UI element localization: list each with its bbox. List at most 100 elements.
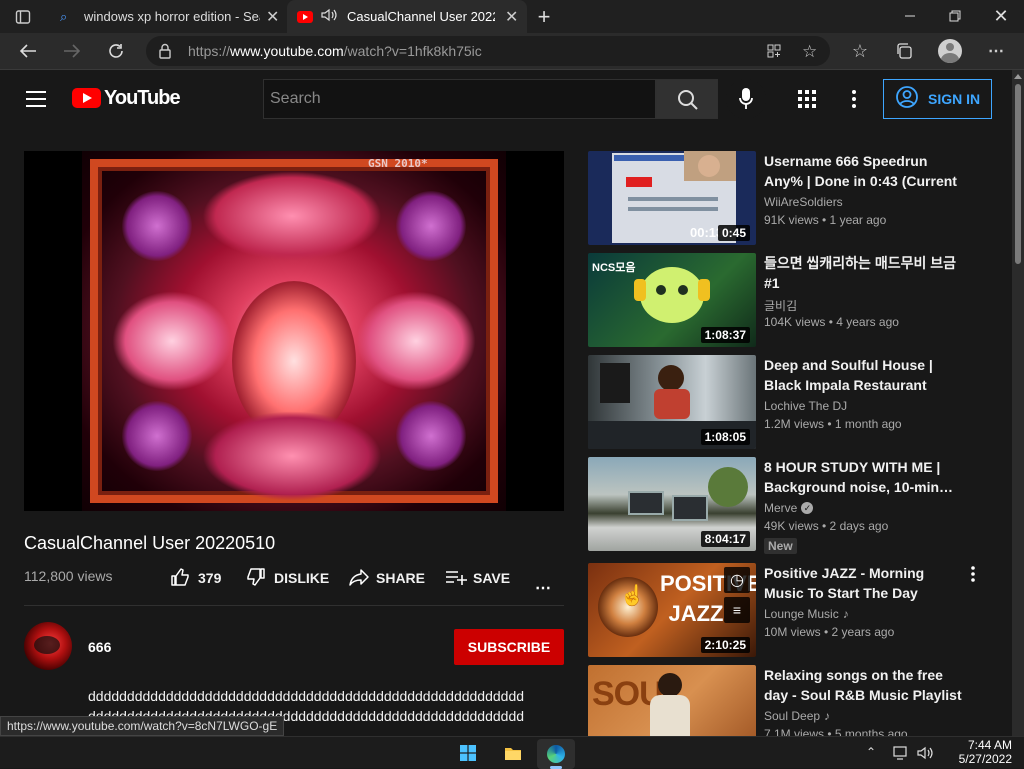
file-explorer-icon[interactable] [504,745,522,761]
forward-icon[interactable] [60,40,84,62]
search-input[interactable]: Search [263,79,656,119]
recommendation-channel[interactable]: Soul Deep ♪ [764,709,830,723]
url-field[interactable]: https://www.youtube.com/watch?v=1hfk8kh7… [146,36,830,66]
volume-icon[interactable] [917,746,935,760]
recommendation-item[interactable]: SOUL Relaxing songs on the free day - So… [588,665,1008,736]
video-duration: 1:08:05 [700,429,750,445]
verified-icon: ✓ [801,502,814,514]
video-thumbnail[interactable]: POSITIVE JAZZ ◷ ≡ ☝ 2:10:25 [588,563,756,657]
recommendation-item[interactable]: 00:13 0:45 Username 666 Speedrun Any% | … [588,151,1008,245]
share-button[interactable]: SHARE [348,568,425,588]
recommendation-channel[interactable]: Merve ✓ [764,501,814,515]
hamburger-menu-icon[interactable] [26,91,46,107]
lock-icon [158,43,172,64]
voice-search-button[interactable] [726,79,766,119]
speaker-icon[interactable] [321,8,337,25]
address-bar: https://www.youtube.com/watch?v=1hfk8kh7… [0,33,1024,70]
network-icon[interactable] [893,746,909,760]
profile-avatar[interactable] [938,39,962,63]
close-icon[interactable]: ✕ [266,7,279,27]
recommendation-title[interactable]: Relaxing songs on the free day - Soul R&… [764,665,964,705]
video-overlay-text: GSN 2010* [368,157,428,170]
close-icon[interactable]: ✕ [505,7,518,27]
playlist-add-icon [445,567,467,590]
favorites-icon[interactable]: ☆ [848,40,872,62]
subscribe-button[interactable]: SUBSCRIBE [454,629,564,665]
clock[interactable]: 7:44 AM 5/27/2022 [946,738,1012,766]
recommendation-title[interactable]: 8 HOUR STUDY WITH ME | Background noise,… [764,457,964,497]
recommendation-item[interactable]: 8:04:17 8 HOUR STUDY WITH ME | Backgroun… [588,457,1008,561]
recommendation-item[interactable]: POSITIVE JAZZ ◷ ≡ ☝ 2:10:25 Positive JAZ… [588,563,1008,657]
sign-in-button[interactable]: SIGN IN [883,79,992,119]
restore-icon[interactable] [943,6,967,26]
account-icon [896,85,918,113]
minimize-icon[interactable] [898,6,922,26]
microphone-icon [739,88,753,115]
dislike-button[interactable]: DISLIKE [246,567,329,588]
new-tab-icon[interactable]: + [532,4,556,29]
status-link-preview: https://www.youtube.com/watch?v=8cN7LWGO… [0,716,285,736]
channel-name[interactable]: 666 [88,639,111,655]
save-button[interactable]: SAVE [445,568,510,588]
recommendation-title[interactable]: Username 666 Speedrun Any% | Done in 0:4… [764,151,964,191]
add-to-queue-icon[interactable]: ≡ [724,597,750,623]
video-thumbnail[interactable]: NCS모음 1:08:37 [588,253,756,347]
view-count: 112,800 views [24,568,113,584]
video-thumbnail[interactable]: 1:08:05 [588,355,756,449]
scrollbar[interactable] [1012,70,1024,736]
close-window-icon[interactable]: ✕ [989,6,1013,26]
recommendation-channel[interactable]: 글비김 [764,297,797,314]
refresh-icon[interactable] [104,40,128,62]
youtube-favicon-icon [297,10,313,23]
new-badge: New [764,538,797,554]
item-menu-icon[interactable] [968,565,978,583]
show-hidden-icons-icon[interactable]: ⌃ [866,745,876,759]
recommendation-title[interactable]: Positive JAZZ - Morning Music To Start T… [764,563,964,603]
thumbs-up-icon [170,567,190,590]
tab-video-title: CasualChannel User 20220510 [347,9,495,24]
status-url: https://www.youtube.com/watch?v=8cN7LWGO… [7,719,278,733]
recommendation-title[interactable]: 들으면 씹캐리하는 매드무비 브금 #1 [764,253,964,293]
add-favorite-icon[interactable]: ☆ [802,42,817,62]
sign-in-label: SIGN IN [928,91,981,107]
edge-browser-icon[interactable] [537,739,575,769]
recommendation-meta: 104K views • 4 years ago [764,315,899,329]
youtube-logo[interactable]: YouTube [72,87,181,109]
like-button[interactable]: 379 [170,567,221,590]
channel-avatar[interactable] [24,622,72,670]
recommendation-meta: 49K views • 2 days ago [764,519,889,533]
recommendation-meta: 7.1M views • 5 months ago [764,727,908,736]
search-placeholder: Search [270,90,321,107]
video-thumbnail[interactable]: 8:04:17 [588,457,756,551]
recommendation-item[interactable]: 1:08:05 Deep and Soulful House | Black I… [588,355,1008,449]
recommendation-item[interactable]: NCS모음 1:08:37 들으면 씹캐리하는 매드무비 브금 #1 글비김 1… [588,253,1008,347]
recommendation-channel[interactable]: Lochive The DJ [764,399,847,413]
tab-video[interactable]: CasualChannel User 20220510 ✕ [287,0,527,33]
url-path: /watch?v=1hfk8kh75ic [343,43,482,59]
video-duration: 8:04:17 [700,531,750,547]
recommendation-title[interactable]: Deep and Soulful House | Black Impala Re… [764,355,964,395]
video-thumbnail[interactable]: SOUL [588,665,756,736]
apps-grid-icon[interactable] [798,90,816,108]
recommendation-channel[interactable]: Lounge Music ♪ [764,607,849,621]
recommendation-channel[interactable]: WiiAreSoldiers [764,195,843,209]
scrollbar-thumb[interactable] [1015,84,1021,264]
settings-menu-icon[interactable] [848,88,860,110]
start-windows-icon[interactable] [460,745,476,761]
app-available-icon[interactable] [766,43,782,64]
tab-search[interactable]: ⌕ windows xp horror edition - Sear ✕ [48,0,286,33]
taskbar: ⌃ 7:44 AM 5/27/2022 [0,736,1024,769]
video-player[interactable]: GSN 2010* [24,151,564,511]
divider [24,605,564,606]
video-thumbnail[interactable]: 00:13 0:45 [588,151,756,245]
more-icon[interactable]: ⋯ [984,40,1008,62]
tab-actions-icon[interactable] [14,8,32,26]
share-label: SHARE [376,570,426,586]
scroll-up-icon[interactable] [1014,74,1022,79]
collections-icon[interactable] [892,40,916,62]
more-actions-icon[interactable]: ⋯ [535,578,551,598]
search-button[interactable] [656,79,718,119]
back-icon[interactable] [16,40,40,62]
watch-later-icon[interactable]: ◷ [724,567,750,593]
url-prefix: https:// [188,43,231,59]
